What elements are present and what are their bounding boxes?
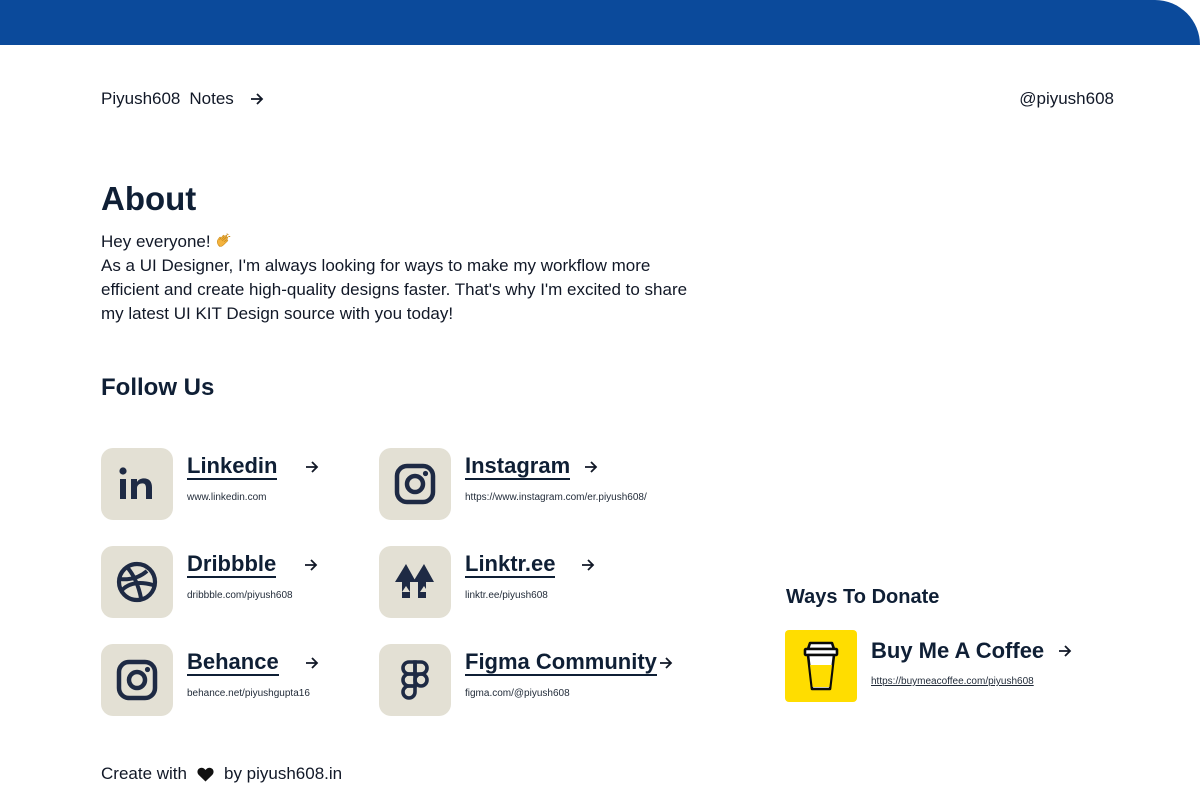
- social-card-behance[interactable]: Behance behance.net/piyushgupta16: [101, 644, 381, 716]
- follow-us-title: Follow Us: [101, 374, 215, 401]
- donate-title: Ways To Donate: [786, 586, 940, 608]
- social-handle[interactable]: @piyush608: [1019, 89, 1114, 109]
- brand-link[interactable]: Piyush608: [101, 89, 180, 109]
- social-url-linkedin[interactable]: www.linkedin.com: [187, 492, 319, 503]
- coffee-tile: [785, 630, 857, 702]
- footer-suffix[interactable]: by piyush608.in: [224, 764, 342, 784]
- about-description: Hey everyone! As a UI Designer, I'm alwa…: [101, 230, 691, 326]
- donate-card-buymeacoffee[interactable]: Buy Me A Coffee https://buymeacoffee.com…: [785, 630, 1072, 702]
- about-title: About: [101, 180, 197, 217]
- donate-url[interactable]: https://buymeacoffee.com/piyush608: [871, 676, 1072, 687]
- linkedin-tile: [101, 448, 173, 520]
- social-card-dribbble[interactable]: Dribbble dribbble.com/piyush608: [101, 546, 381, 618]
- waving-hand-icon: [216, 233, 230, 248]
- arrow-right-icon[interactable]: [305, 460, 319, 474]
- donate-name[interactable]: Buy Me A Coffee: [871, 638, 1044, 664]
- social-name-behance[interactable]: Behance: [187, 650, 279, 676]
- arrow-right-icon[interactable]: [304, 558, 318, 572]
- about-greeting: Hey everyone!: [101, 232, 211, 251]
- footer: Create with by piyush608.in: [101, 764, 342, 784]
- social-url-figma[interactable]: figma.com/@piyush608: [465, 688, 673, 699]
- heart-icon: [197, 767, 214, 781]
- social-url-linktree[interactable]: linktr.ee/piyush608: [465, 590, 595, 601]
- social-name-linktree[interactable]: Linktr.ee: [465, 552, 556, 578]
- dribbble-icon: [116, 561, 158, 603]
- arrow-right-icon[interactable]: [584, 460, 598, 474]
- social-card-linkedin[interactable]: Linkedin www.linkedin.com: [101, 448, 381, 520]
- figma-icon: [401, 660, 429, 700]
- top-banner: [0, 0, 1200, 45]
- social-card-linktree[interactable]: Linktr.ee linktr.ee/piyush608: [379, 546, 659, 618]
- behance-icon: [116, 659, 158, 701]
- instagram-icon: [394, 463, 436, 505]
- arrow-right-icon[interactable]: [1058, 644, 1072, 658]
- social-url-dribbble[interactable]: dribbble.com/piyush608: [187, 590, 318, 601]
- social-url-instagram[interactable]: https://www.instagram.com/er.piyush608/: [465, 492, 647, 503]
- linktree-icon: [395, 564, 434, 598]
- social-card-figma[interactable]: Figma Community figma.com/@piyush608: [379, 644, 679, 716]
- social-card-instagram[interactable]: Instagram https://www.instagram.com/er.p…: [379, 448, 659, 520]
- dribbble-tile: [101, 546, 173, 618]
- social-name-dribbble[interactable]: Dribbble: [187, 552, 277, 578]
- social-name-figma[interactable]: Figma Community: [465, 650, 657, 676]
- arrow-right-icon[interactable]: [659, 656, 673, 670]
- linkedin-icon: [119, 467, 152, 499]
- instagram-tile: [379, 448, 451, 520]
- behance-tile: [101, 644, 173, 716]
- top-nav: Piyush608 Notes: [101, 89, 264, 109]
- social-name-linkedin[interactable]: Linkedin: [187, 454, 278, 480]
- arrow-right-icon[interactable]: [581, 558, 595, 572]
- figma-tile: [379, 644, 451, 716]
- coffee-cup-icon: [803, 641, 839, 691]
- linktree-tile: [379, 546, 451, 618]
- arrow-right-icon[interactable]: [305, 656, 319, 670]
- about-body: As a UI Designer, I'm always looking for…: [101, 256, 688, 323]
- notes-link[interactable]: Notes: [189, 89, 233, 109]
- social-name-instagram[interactable]: Instagram: [465, 454, 571, 480]
- arrow-right-icon[interactable]: [250, 92, 264, 106]
- social-url-behance[interactable]: behance.net/piyushgupta16: [187, 688, 319, 699]
- footer-prefix: Create with: [101, 764, 187, 783]
